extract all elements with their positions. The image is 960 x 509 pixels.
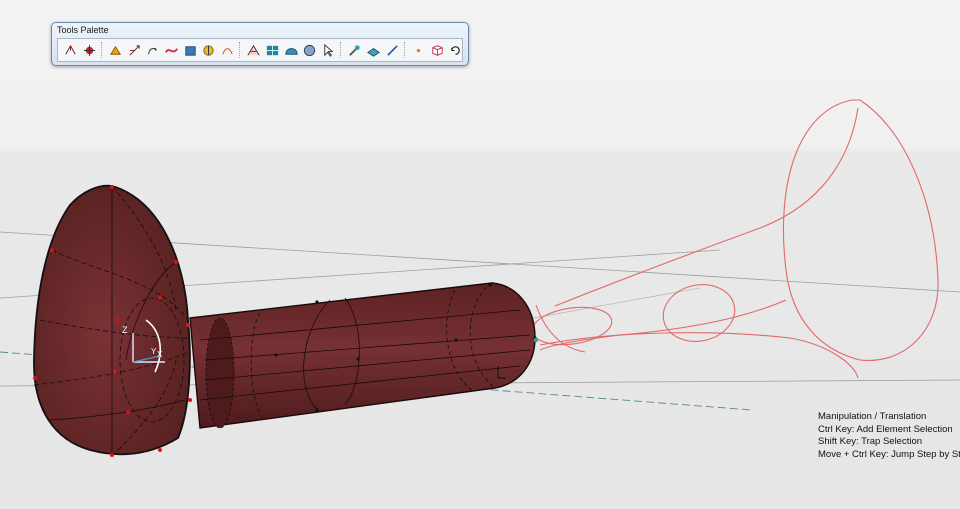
- hint-ctrl: Ctrl Key: Add Element Selection: [818, 423, 953, 435]
- toolbar-separator: [404, 42, 408, 58]
- rotation-button[interactable]: [144, 41, 161, 59]
- hint-move-ctrl: Move + Ctrl Key: Jump Step by Step: [818, 449, 960, 461]
- continuity-icon: [247, 44, 260, 55]
- translation-icon: [129, 44, 140, 56]
- analysis-icon: [203, 44, 214, 56]
- shape-button[interactable]: [182, 41, 199, 59]
- mesh-icon: [266, 45, 279, 55]
- manipulate-icon: [110, 45, 122, 55]
- point-button[interactable]: [410, 41, 427, 59]
- tools-palette[interactable]: Tools Palette: [51, 22, 469, 66]
- compass-button[interactable]: [62, 41, 79, 59]
- layer-icon: [366, 47, 380, 57]
- flared-head[interactable]: [33, 184, 192, 457]
- analysis-button[interactable]: [200, 41, 217, 59]
- manipulate-button[interactable]: [107, 41, 124, 59]
- toolbar-separator: [340, 42, 344, 58]
- compass-icon: [65, 44, 76, 54]
- tools-palette-title: Tools Palette: [57, 25, 109, 35]
- axis-x-label: X: [157, 350, 163, 359]
- toolbar-separator: [239, 42, 243, 58]
- line-button[interactable]: [384, 41, 401, 59]
- layer-button[interactable]: [365, 41, 382, 59]
- deform-button[interactable]: [163, 41, 180, 59]
- translation-button[interactable]: [126, 41, 143, 59]
- refresh-button[interactable]: [447, 41, 464, 59]
- rotation-icon: [148, 47, 158, 54]
- curvature-icon: [222, 47, 233, 54]
- hint-shift: Shift Key: Trap Selection: [818, 436, 923, 448]
- refresh-icon: [451, 45, 461, 55]
- sphere-button[interactable]: [301, 41, 318, 59]
- brush-button[interactable]: [346, 41, 363, 59]
- dome-icon: [284, 47, 298, 55]
- status-hints: Manipulation / Translation Ctrl Key: Add…: [818, 411, 960, 462]
- dome-button[interactable]: [283, 41, 300, 59]
- mesh-button[interactable]: [264, 41, 281, 59]
- deform-icon: [164, 47, 178, 53]
- brush-icon: [349, 44, 360, 56]
- 3d-viewport[interactable]: Z Y X: [0, 0, 960, 509]
- line-icon: [386, 44, 398, 56]
- pointer-icon: [324, 43, 334, 57]
- point-icon: [416, 48, 421, 52]
- tools-palette-toolbar: [57, 38, 463, 62]
- cylinder-body[interactable]: [189, 282, 539, 429]
- continuity-button[interactable]: [245, 41, 262, 59]
- snap-point-button[interactable]: [81, 41, 98, 59]
- box-button[interactable]: [429, 41, 446, 59]
- sphere-icon: [304, 44, 316, 56]
- pointer-button[interactable]: [320, 41, 337, 59]
- curvature-button[interactable]: [219, 41, 236, 59]
- box-icon: [432, 44, 443, 56]
- axis-z-label: Z: [122, 325, 128, 335]
- wireframe-shape[interactable]: [530, 99, 939, 379]
- toolbar-separator: [101, 42, 105, 58]
- snap-point-icon: [83, 44, 95, 56]
- shape-icon: [184, 45, 196, 56]
- 3d-scene[interactable]: Z Y X: [0, 0, 960, 509]
- hint-mode: Manipulation / Translation: [818, 411, 927, 422]
